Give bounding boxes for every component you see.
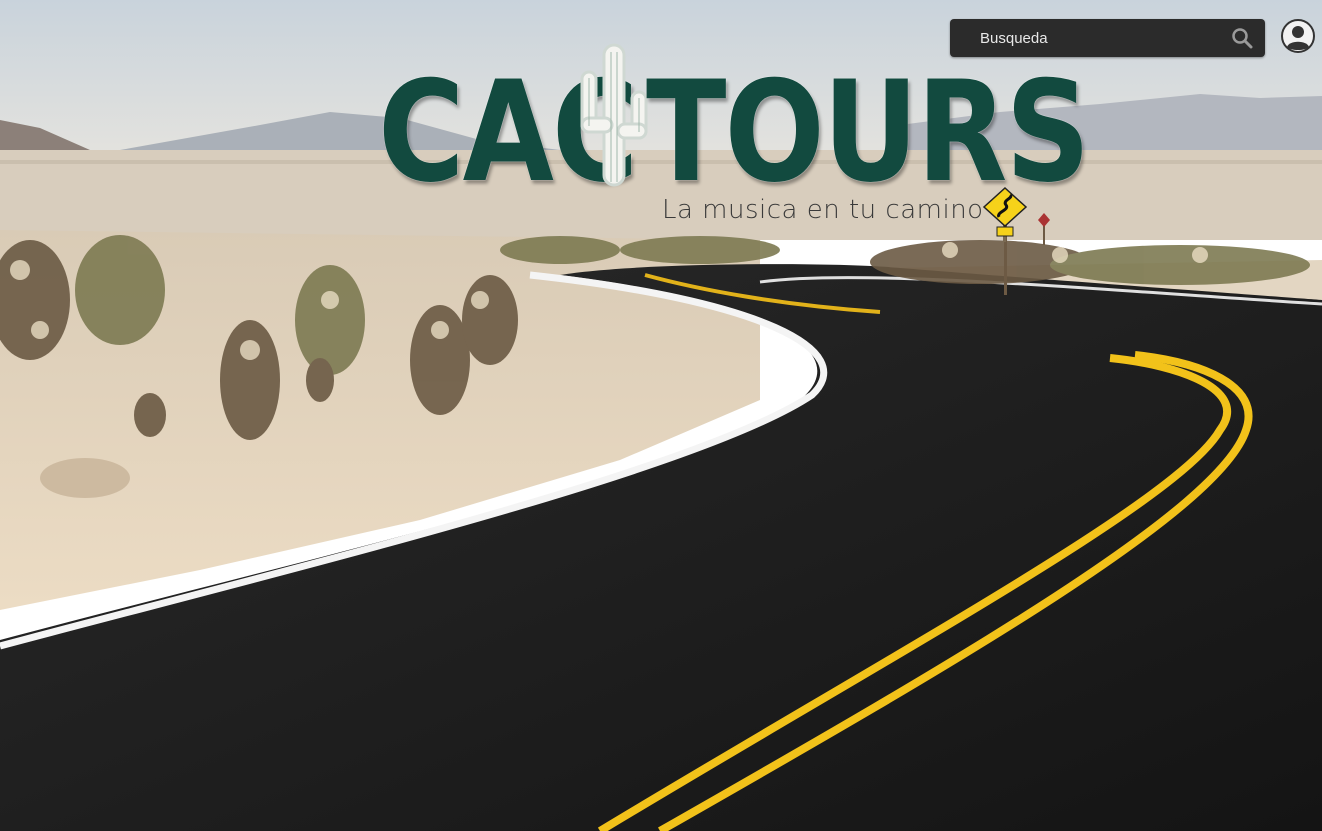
search-input[interactable]: [950, 19, 1220, 57]
user-account-icon[interactable]: [1280, 18, 1316, 54]
search-bar[interactable]: [950, 19, 1265, 57]
brand-logo: CAC TOURS: [378, 40, 1090, 201]
tagline: La musica en tu camino: [662, 195, 984, 225]
brand-name-right: TOURS: [646, 50, 1090, 214]
winding-road-sign-icon: [982, 186, 1028, 242]
search-icon[interactable]: [1231, 27, 1253, 49]
cactus-icon: [580, 43, 648, 187]
